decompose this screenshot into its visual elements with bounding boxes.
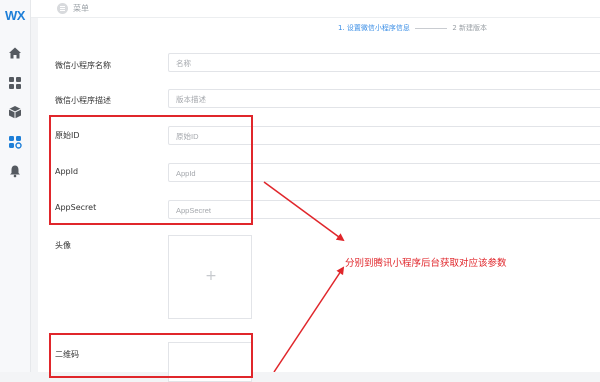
grid-icon[interactable]: [8, 76, 22, 90]
arrow-to-qrcode: [273, 266, 345, 372]
avatar-upload[interactable]: +: [168, 235, 252, 319]
top-bar: 菜单: [31, 0, 600, 18]
sidebar: WX: [0, 0, 31, 372]
main-content: 1. 设置微信小程序信息 2 新建版本 微信小程序名称 名称 微信小程序描述 版…: [38, 18, 600, 382]
bell-icon[interactable]: [8, 164, 22, 178]
step-indicator: 1. 设置微信小程序信息 2 新建版本: [338, 23, 487, 33]
highlight-box-qrcode: [49, 333, 253, 378]
step-2-label: 2 新建版本: [452, 24, 488, 32]
home-icon[interactable]: [8, 46, 22, 60]
description-label: 微信小程序描述: [55, 96, 111, 105]
step-connector: [415, 27, 448, 29]
description-input[interactable]: 版本描述: [168, 89, 600, 108]
app-logo[interactable]: WX: [1, 8, 29, 23]
menu-toggle-icon[interactable]: [57, 3, 68, 14]
name-label: 微信小程序名称: [55, 61, 111, 70]
highlight-box-credentials: [49, 115, 253, 225]
plus-icon: +: [205, 268, 217, 284]
apps-settings-icon[interactable]: [8, 135, 22, 149]
cube-icon[interactable]: [8, 105, 22, 119]
name-input[interactable]: 名称: [168, 53, 600, 72]
avatar-label: 头像: [55, 241, 71, 250]
menu-label[interactable]: 菜单: [73, 3, 89, 14]
annotation-note: 分别到腾讯小程序后台获取对应该参数: [345, 258, 507, 269]
step-1-label: 1. 设置微信小程序信息: [338, 24, 410, 32]
